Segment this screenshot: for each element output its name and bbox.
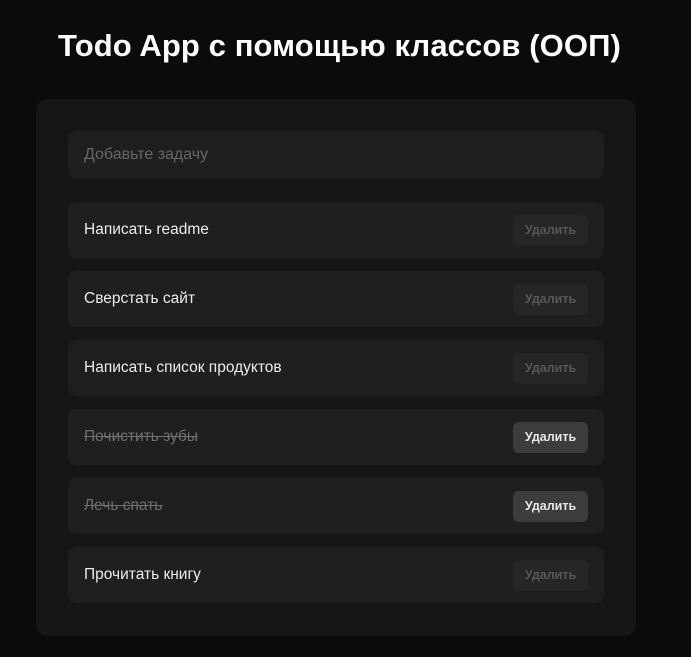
delete-button[interactable]: Удалить	[513, 559, 588, 591]
task-text: Прочитать книгу	[84, 566, 201, 583]
task-item[interactable]: Почистить зубы Удалить	[68, 409, 604, 465]
add-task-input[interactable]	[68, 131, 604, 178]
delete-button[interactable]: Удалить	[513, 283, 588, 315]
todo-card: Написать readme Удалить Сверстать сайт У…	[36, 99, 636, 636]
delete-button[interactable]: Удалить	[513, 352, 588, 384]
page-title: Todo App с помощью классов (ООП)	[58, 28, 621, 63]
task-item[interactable]: Написать readme Удалить	[68, 202, 604, 258]
task-item[interactable]: Сверстать сайт Удалить	[68, 271, 604, 327]
task-text: Почистить зубы	[84, 428, 199, 445]
task-text: Сверстать сайт	[84, 290, 196, 307]
delete-button[interactable]: Удалить	[513, 214, 588, 246]
delete-button[interactable]: Удалить	[513, 421, 588, 453]
task-item[interactable]: Прочитать книгу Удалить	[68, 547, 604, 603]
task-text: Лечь спать	[84, 497, 163, 514]
task-list: Написать readme Удалить Сверстать сайт У…	[68, 202, 604, 616]
task-text: Написать readme	[84, 221, 209, 238]
delete-button[interactable]: Удалить	[513, 490, 588, 522]
task-item[interactable]: Лечь спать Удалить	[68, 478, 604, 534]
task-item[interactable]: Написать список продуктов Удалить	[68, 340, 604, 396]
task-text: Написать список продуктов	[84, 359, 282, 376]
